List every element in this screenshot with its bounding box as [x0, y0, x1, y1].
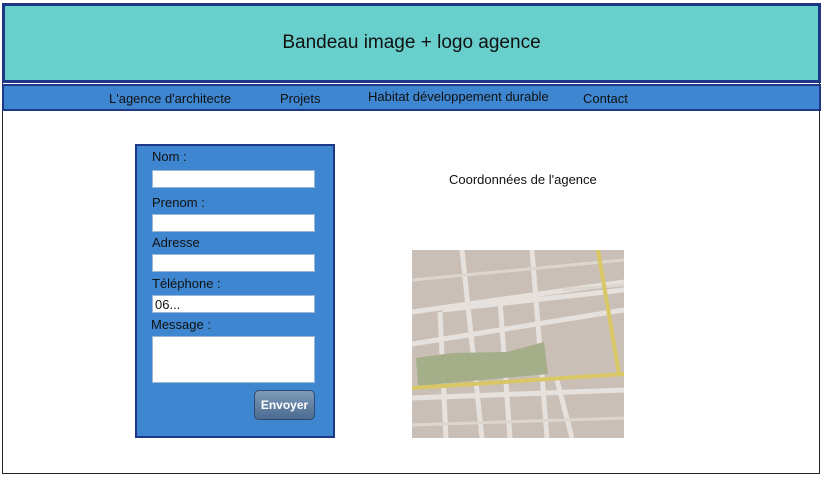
- banner-text: Bandeau image + logo agence: [282, 32, 541, 53]
- nav-item-contact[interactable]: Contact: [583, 91, 628, 106]
- adresse-label: Adresse: [152, 235, 200, 250]
- nom-label: Nom :: [152, 149, 187, 164]
- prenom-label: Prenom :: [152, 195, 205, 210]
- envoyer-button[interactable]: Envoyer: [254, 390, 315, 420]
- nav-item-projets[interactable]: Projets: [280, 91, 320, 106]
- nav-item-habitat[interactable]: Habitat développement durable: [368, 89, 549, 104]
- prenom-input[interactable]: [152, 214, 315, 232]
- main-nav: L'agence d'architecte Projets Habitat dé…: [2, 84, 821, 111]
- telephone-label: Téléphone :: [152, 276, 221, 291]
- nav-item-agence[interactable]: L'agence d'architecte: [109, 91, 231, 106]
- message-label: Message :: [151, 317, 211, 332]
- nom-input[interactable]: [152, 170, 315, 188]
- contact-form: Nom : Prenom : Adresse Téléphone : Messa…: [135, 144, 335, 438]
- message-textarea[interactable]: [152, 336, 315, 383]
- coordinates-title: Coordonnées de l'agence: [449, 172, 597, 187]
- map-image[interactable]: [412, 250, 624, 438]
- telephone-input[interactable]: [152, 295, 315, 313]
- adresse-input[interactable]: [152, 254, 315, 272]
- header-banner: Bandeau image + logo agence: [2, 3, 821, 83]
